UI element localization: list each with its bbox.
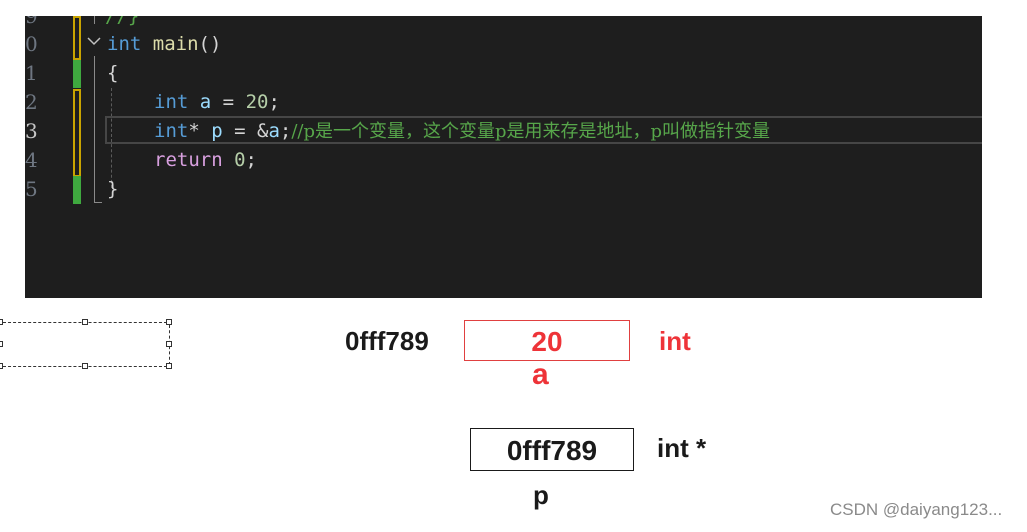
punctuation-token: (): [198, 33, 222, 55]
resize-handle[interactable]: [166, 319, 172, 325]
resize-handle[interactable]: [0, 319, 3, 325]
code-editor[interactable]: 9 0 1 2 3 4 5 //} int main() { int a = 2…: [25, 16, 982, 298]
resize-handle[interactable]: [82, 363, 88, 369]
keyword-token: return: [154, 149, 223, 171]
resize-handle[interactable]: [166, 363, 172, 369]
change-marker-unsaved: [73, 16, 81, 60]
punctuation-token: ;: [245, 149, 257, 171]
variable-p-box: 0fff789: [470, 428, 634, 471]
change-marker-unsaved: [73, 89, 81, 177]
code-line[interactable]: return 0;: [154, 146, 257, 175]
change-marker-saved: [73, 60, 81, 88]
operator-token: = &: [222, 120, 269, 142]
code-line[interactable]: int a = 20;: [154, 88, 280, 117]
variable-a-type: int: [659, 326, 691, 356]
identifier-token: a: [199, 91, 212, 113]
punctuation-token: ;: [279, 120, 292, 142]
identifier-token: a: [268, 120, 280, 142]
function-token: main: [152, 33, 199, 55]
resize-handle[interactable]: [0, 341, 3, 347]
line-number: 2: [25, 90, 38, 114]
line-number: 4: [25, 148, 38, 172]
variable-a-box: 20: [464, 320, 630, 361]
punctuation-token: ;: [268, 91, 280, 113]
watermark: CSDN @daiyang123...: [830, 500, 1003, 519]
punctuation-token: }: [107, 178, 119, 200]
number-token: 0: [234, 149, 246, 171]
line-number: 1: [25, 61, 38, 85]
number-token: 20: [245, 91, 269, 113]
keyword-token: int: [154, 120, 189, 142]
code-line[interactable]: }: [107, 175, 118, 204]
code-line-partial: //}: [105, 16, 140, 27]
operator-token: *: [188, 120, 212, 142]
line-number-active: 3: [25, 119, 38, 143]
variable-a-name: a: [532, 358, 549, 391]
operator-token: =: [211, 91, 246, 113]
keyword-token: int: [154, 91, 189, 113]
chevron-down-icon[interactable]: [86, 33, 102, 49]
selection-box[interactable]: [0, 319, 172, 369]
variable-p-name: p: [533, 480, 549, 510]
fold-bracket: [94, 16, 95, 24]
resize-handle[interactable]: [166, 341, 172, 347]
identifier-token: p: [211, 120, 223, 142]
line-number: 0: [25, 32, 38, 56]
change-marker-saved: [73, 176, 81, 204]
address-label: 0fff789: [345, 326, 429, 356]
comment-token: //p是一个变量，这个变量p是用来存是地址，p叫做指针变量: [291, 121, 771, 142]
resize-handle[interactable]: [82, 319, 88, 325]
variable-p-type: int *: [657, 433, 707, 463]
fold-bracket-end: [94, 202, 102, 203]
keyword-token: int: [107, 33, 142, 55]
line-number: 5: [25, 177, 38, 201]
code-line[interactable]: int main(): [107, 30, 221, 59]
line-number: 9: [25, 16, 38, 28]
code-line-active[interactable]: int* p = &a;//p是一个变量，这个变量p是用来存是地址，p叫做指针变…: [154, 117, 770, 146]
code-line[interactable]: {: [107, 59, 118, 88]
fold-bracket: [94, 56, 95, 202]
resize-handle[interactable]: [0, 363, 3, 369]
punctuation-token: {: [107, 62, 119, 84]
